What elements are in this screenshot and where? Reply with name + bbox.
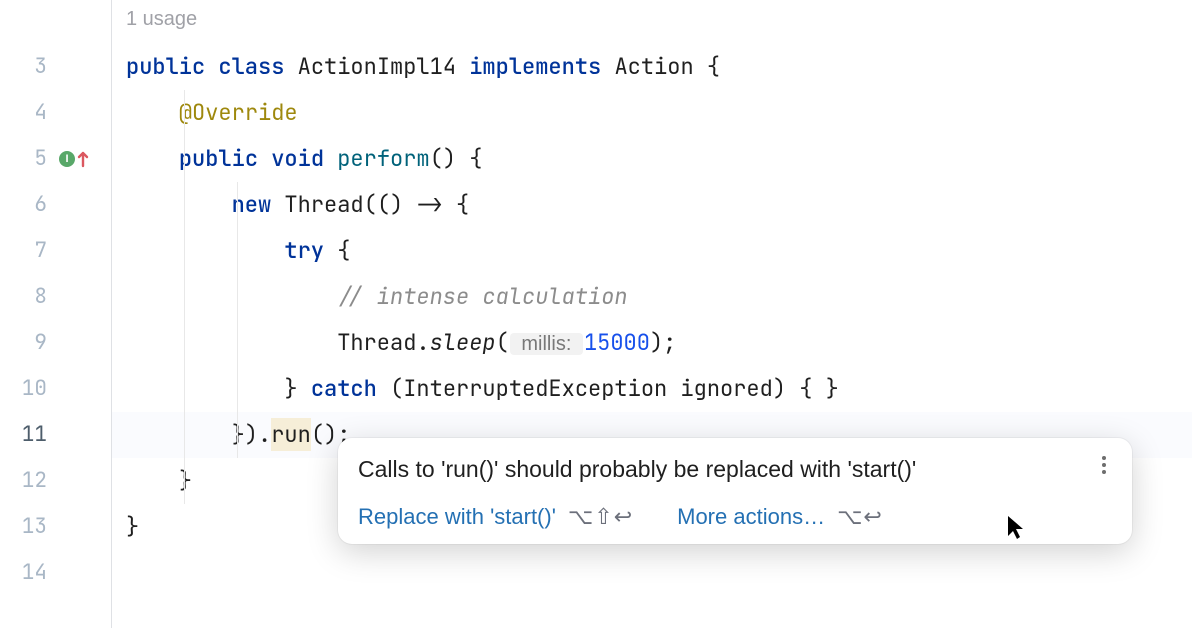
implements-gutter-icon[interactable]: I xyxy=(59,148,99,170)
line-number: 5 I xyxy=(0,136,111,182)
code-line[interactable]: } catch (InterruptedException ignored) {… xyxy=(112,366,1192,412)
implements-icon: I xyxy=(59,151,75,167)
line-number: 13 xyxy=(0,504,111,550)
shortcut: ⌥↩ xyxy=(837,504,883,530)
code-line[interactable] xyxy=(112,550,1192,596)
code-editor[interactable]: 3 4 5 I 6 7 8 9 10 11 12 13 14 1 usage p… xyxy=(0,0,1192,628)
tooltip-actions: Replace with 'start()' ⌥⇧↩ More actions…… xyxy=(358,504,1114,530)
arrow-up-icon xyxy=(77,150,89,168)
code-line[interactable]: Thread.sleep( millis: 15000); xyxy=(112,320,1192,366)
line-number: 10 xyxy=(0,366,111,412)
code-line[interactable]: new Thread(() -> { xyxy=(112,182,1192,228)
action-label: Replace with 'start()' xyxy=(358,504,556,530)
inspection-tooltip: Calls to 'run()' should probably be repl… xyxy=(338,438,1132,544)
shortcut: ⌥⇧↩ xyxy=(568,504,633,530)
code-line[interactable]: public class ActionImpl14 implements Act… xyxy=(112,44,1192,90)
quickfix-replace-action[interactable]: Replace with 'start()' ⌥⇧↩ xyxy=(358,504,633,530)
inlay-hint[interactable]: millis: xyxy=(510,333,583,355)
code-line[interactable]: @Override xyxy=(112,90,1192,136)
code-line[interactable]: try { xyxy=(112,228,1192,274)
line-number: 11 xyxy=(0,412,111,458)
gutter: 3 4 5 I 6 7 8 9 10 11 12 13 14 xyxy=(0,0,112,628)
action-label: More actions… xyxy=(677,504,825,530)
more-actions-action[interactable]: More actions… ⌥↩ xyxy=(677,504,883,530)
line-number: 8 xyxy=(0,274,111,320)
line-number: 6 xyxy=(0,182,111,228)
line-number: 12 xyxy=(0,458,111,504)
more-icon[interactable] xyxy=(1094,454,1114,474)
line-number: 3 xyxy=(0,44,111,90)
line-number: 7 xyxy=(0,228,111,274)
usage-hint[interactable]: 1 usage xyxy=(126,8,197,31)
line-number-value: 5 xyxy=(34,145,47,172)
tooltip-title: Calls to 'run()' should probably be repl… xyxy=(358,454,916,484)
line-number: 14 xyxy=(0,550,111,596)
code-line[interactable]: public void perform() { xyxy=(112,136,1192,182)
inspection-highlight[interactable]: run xyxy=(271,418,311,451)
line-number: 4 xyxy=(0,90,111,136)
line-number: 9 xyxy=(0,320,111,366)
code-line[interactable]: // intense calculation xyxy=(112,274,1192,320)
